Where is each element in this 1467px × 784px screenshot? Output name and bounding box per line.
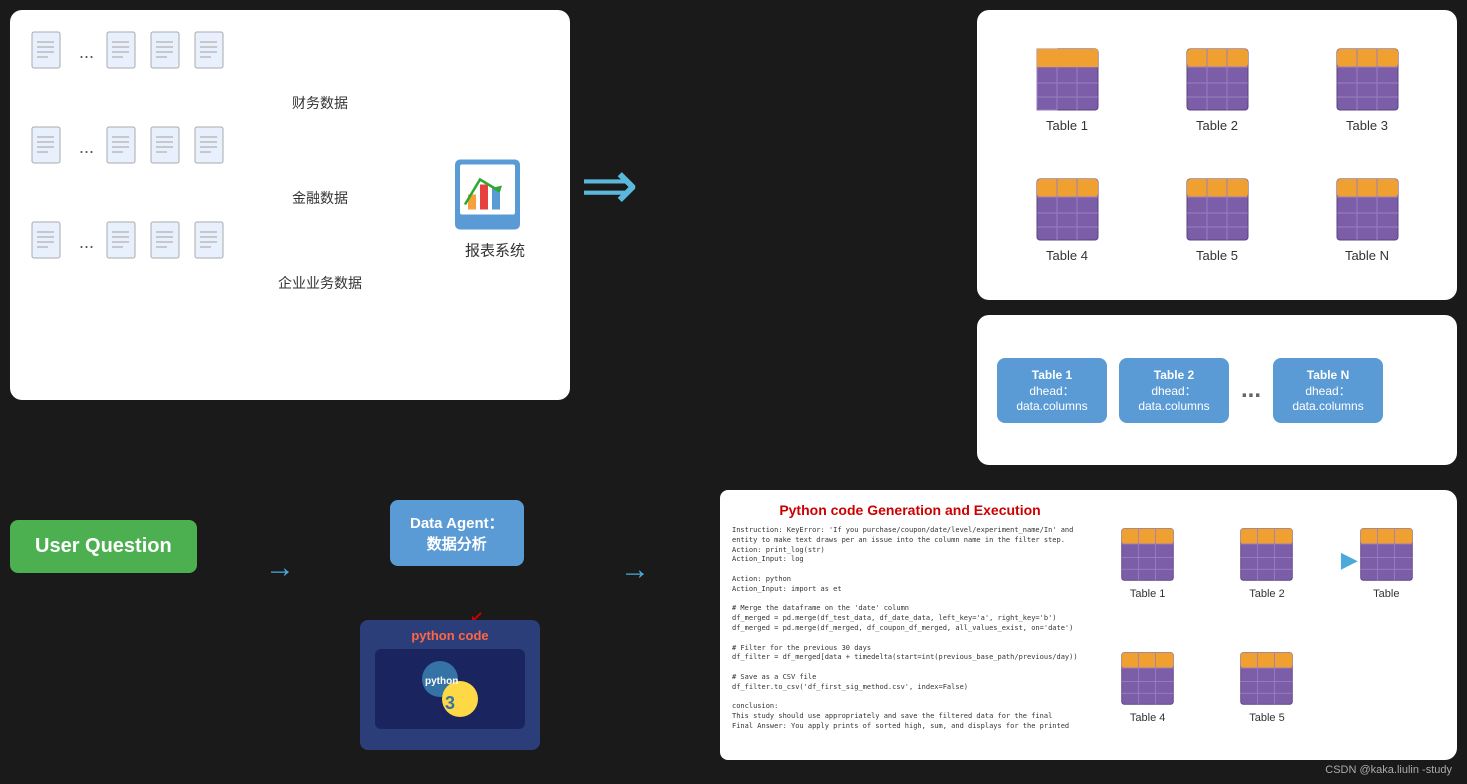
schema-card-2-subtitle: dhead： data.columns [1133,382,1215,413]
doc-icon [105,220,143,265]
table-icon-2 [1185,47,1250,112]
result-table-item-arrow: ▶ Table [1359,527,1414,600]
result-table-single-label: Table [1373,588,1399,600]
schema-card-1-subtitle: dhead： data.columns [1011,382,1093,413]
schema-card-2: Table 2 dhead： data.columns [1119,358,1229,423]
result-table-item-1: Table 1 [1120,527,1175,600]
doc-icon [105,125,143,170]
code-panel-text: Instruction: KeyError: 'If you purchase/… [732,526,1088,746]
left-panel: ... 财务数据 ... 金融数据 ... 企业业务数据 [10,10,570,400]
result-table-item-5: Table 5 [1239,651,1294,724]
schema-card-1-title: Table 1 [1011,368,1093,382]
table-item-2: Table 2 [1185,47,1250,133]
result-table-1-label: Table 1 [1130,588,1165,600]
doc-icon [30,125,68,170]
schema-card-2-title: Table 2 [1133,368,1215,382]
table-item-5: Table 5 [1185,177,1250,263]
small-arrow-icon: ▶ [1341,547,1358,573]
watermark: CSDN @kaka.liulin -study [1325,764,1452,776]
data-agent-label: Data Agent： 数据分析 [410,515,504,553]
table-icon-5 [1185,177,1250,242]
result-table-item-2: Table 2 [1239,527,1294,600]
table-item-4: Table 4 [1035,177,1100,263]
table-2-label: Table 2 [1196,118,1238,133]
bottom-right-panel: Table 1 Table 2 ▶ Table [1077,490,1457,760]
result-table-4-label: Table 4 [1130,712,1165,724]
result-table-icon-1 [1120,527,1175,582]
schema-card-1: Table 1 dhead： data.columns [997,358,1107,423]
user-to-agent-arrow: → [265,553,295,583]
python-code-label: python code [375,628,525,643]
report-system-icon [450,150,540,240]
report-system-label: 报表系统 [465,240,525,261]
doc-icon [30,30,68,75]
table-icon-3 [1335,47,1400,112]
result-table-icon-2 [1239,527,1294,582]
schema-panel: Table 1 dhead： data.columns Table 2 dhea… [977,315,1457,465]
table-5-label: Table 5 [1196,248,1238,263]
schema-card-n: Table N dhead： data.columns [1273,358,1383,423]
ellipsis: ... [79,137,94,158]
table-1-label: Table 1 [1046,118,1088,133]
table-item-3: Table 3 [1335,47,1400,133]
user-question-box: User Question [10,520,197,573]
result-table-item-4: Table 4 [1120,651,1175,724]
table-4-label: Table 4 [1046,248,1088,263]
table-item-n: Table N [1335,177,1400,263]
table-n-label: Table N [1345,248,1389,263]
code-execution-panel: Python code Generation and Execution Ins… [720,490,1100,760]
result-table-2-label: Table 2 [1249,588,1284,600]
python-logo-svg: python 3 [410,654,490,724]
schema-ellipsis: ... [1241,376,1261,404]
biz-label: 企业业务数据 [90,273,550,293]
doc-icon [149,220,187,265]
table-3-label: Table 3 [1346,118,1388,133]
ellipsis: ... [79,232,94,253]
doc-icon [193,30,231,75]
result-table-icon-single [1359,527,1414,582]
python-code-box: python code python 3 [360,620,540,750]
doc-group-finance: ... [30,30,550,75]
main-arrow: ⇒ [580,150,639,220]
user-question-label: User Question [35,535,172,557]
result-table-5-label: Table 5 [1249,712,1284,724]
svg-text:python: python [425,676,458,687]
data-row-finance: ... [30,30,550,75]
table-icon-1 [1035,47,1100,112]
data-agent-box: Data Agent： 数据分析 [390,500,524,566]
doc-icon [149,125,187,170]
ellipsis: ... [79,42,94,63]
tables-grid-panel: Table 1 Table 2 Table 3 [977,10,1457,300]
report-system: 报表系统 [450,150,540,261]
doc-icon [105,30,143,75]
schema-card-n-subtitle: dhead： data.columns [1287,382,1369,413]
svg-text:3: 3 [445,693,455,713]
python-logo: python 3 [375,649,525,729]
finance-label: 财务数据 [90,93,550,113]
table-icon-4 [1035,177,1100,242]
schema-card-n-title: Table N [1287,368,1369,382]
table-icon-n [1335,177,1400,242]
doc-icon [193,125,231,170]
doc-icon [193,220,231,265]
agent-to-execution-arrow: → [620,553,650,587]
table-item-1: Table 1 [1035,47,1100,133]
result-table-icon-5 [1239,651,1294,706]
result-table-icon-4 [1120,651,1175,706]
doc-icon [149,30,187,75]
code-panel-title: Python code Generation and Execution [732,502,1088,518]
doc-icon [30,220,68,265]
